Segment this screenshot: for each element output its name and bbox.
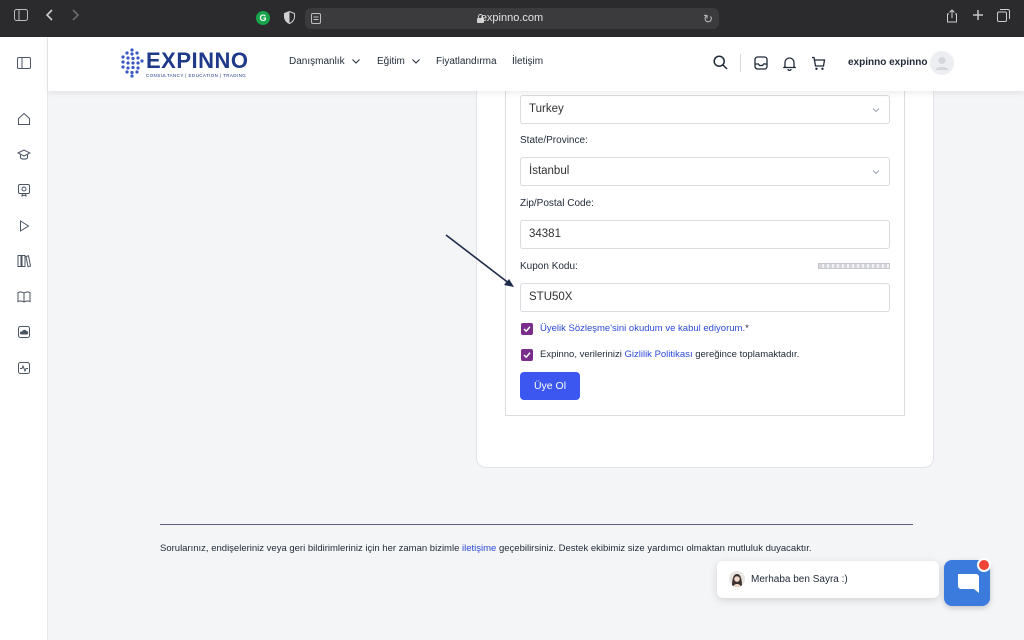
notification-bell-icon[interactable]: [782, 56, 797, 74]
certificate-icon[interactable]: [17, 183, 31, 197]
chat-agent-avatar: [729, 571, 745, 587]
left-sidebar: [0, 37, 48, 640]
collapse-sidebar-icon[interactable]: [17, 57, 31, 71]
graduation-cap-icon[interactable]: [16, 148, 32, 162]
cloud-storage-icon[interactable]: [17, 325, 31, 339]
privacy-prefix: Expinno, verilerinizi: [540, 349, 625, 360]
share-icon[interactable]: [946, 9, 958, 23]
expinno-logo[interactable]: EXPINNO CONSULTANCY | EDUCATION | TRADIN…: [120, 48, 248, 81]
library-icon[interactable]: [17, 254, 32, 268]
chat-notification-badge: [977, 558, 991, 572]
browser-toolbar: G expinno.com ↻: [0, 0, 1024, 37]
terms-text: Üyelik Sözleşme'sini okudum ve kabul edi…: [540, 323, 749, 334]
terms-link[interactable]: Üyelik Sözleşme'sini okudum ve kabul edi…: [540, 323, 745, 334]
url-text: expinno.com: [480, 12, 544, 24]
forward-icon[interactable]: [71, 9, 79, 21]
coupon-input[interactable]: STU50X: [520, 283, 890, 312]
zip-input[interactable]: 34381: [520, 220, 890, 249]
annotation-arrow-icon: [445, 234, 514, 287]
register-button[interactable]: Üye Ol: [520, 372, 580, 400]
nav-item-egitim[interactable]: Eğitim: [377, 56, 420, 67]
nav-item-fiyatlandirma[interactable]: Fiyatlandırma: [436, 56, 497, 67]
nav-label: Danışmanlık: [289, 56, 345, 67]
privacy-checkbox[interactable]: [521, 349, 533, 361]
inbox-icon[interactable]: [754, 56, 768, 73]
chevron-down-icon: [872, 167, 880, 179]
chat-greeting-text: Merhaba ben Sayra :): [751, 574, 848, 585]
state-value: İstanbul: [529, 165, 570, 177]
privacy-text: Expinno, verilerinizi Gizlilik Politikas…: [540, 349, 799, 360]
footer-text-after: geçebilirsiniz. Destek ekibimiz size yar…: [496, 543, 812, 554]
coupon-value: STU50X: [529, 291, 573, 303]
required-marker: *: [745, 323, 749, 334]
country-value: Turkey: [529, 103, 564, 115]
chat-greeting-bubble[interactable]: Merhaba ben Sayra :): [717, 561, 939, 598]
nav-label: Fiyatlandırma: [436, 56, 497, 67]
shopping-cart-icon[interactable]: [811, 56, 826, 74]
zip-label: Zip/Postal Code:: [520, 198, 594, 209]
nav-label: İletişim: [512, 56, 544, 67]
activity-icon[interactable]: [17, 361, 31, 375]
play-icon[interactable]: [17, 219, 31, 233]
privacy-policy-link[interactable]: Gizlilik Politikası: [624, 349, 692, 360]
search-icon[interactable]: [713, 55, 728, 73]
chevron-down-icon: [872, 105, 880, 117]
grammarly-extension-icon[interactable]: G: [256, 11, 270, 25]
reload-icon[interactable]: ↻: [703, 12, 713, 26]
logo-wordmark: EXPINNO: [146, 48, 249, 73]
chevron-down-icon: [351, 56, 360, 66]
user-avatar[interactable]: [930, 51, 954, 75]
zip-value: 34381: [529, 228, 561, 240]
nav-item-danismanlik[interactable]: Danışmanlık: [289, 56, 360, 67]
footer-text-before: Sorularınız, endişeleriniz veya geri bil…: [160, 543, 463, 554]
autofill-key-icon[interactable]: [818, 263, 890, 269]
contact-link[interactable]: iletişime: [462, 543, 496, 554]
chevron-down-icon: [411, 56, 420, 66]
footer-divider: [160, 524, 913, 525]
user-name[interactable]: expinno expinno: [848, 57, 927, 68]
address-bar[interactable]: expinno.com ↻: [305, 8, 719, 29]
site-header: EXPINNO CONSULTANCY | EDUCATION | TRADIN…: [48, 37, 1024, 91]
state-select[interactable]: İstanbul: [520, 157, 890, 186]
country-select[interactable]: Turkey: [520, 95, 890, 124]
logo-tagline: CONSULTANCY | EDUCATION | TRADING: [146, 73, 247, 78]
state-label: State/Province:: [520, 135, 588, 146]
footer-support-text: Sorularınız, endişeleriniz veya geri bil…: [160, 543, 812, 554]
logo-dots-icon: [121, 48, 144, 78]
tab-overview-icon[interactable]: [997, 9, 1010, 22]
privacy-suffix: gereğince toplamaktadır.: [692, 349, 800, 360]
header-divider: [740, 54, 741, 72]
terms-checkbox[interactable]: [521, 323, 533, 335]
back-icon[interactable]: [46, 9, 54, 21]
new-tab-icon[interactable]: [972, 9, 984, 21]
nav-item-iletisim[interactable]: İletişim: [512, 56, 543, 67]
coupon-label: Kupon Kodu:: [520, 261, 578, 272]
sidebar-toggle-icon[interactable]: [14, 9, 28, 21]
privacy-shield-icon[interactable]: [284, 11, 295, 24]
home-icon[interactable]: [17, 112, 31, 126]
nav-label: Eğitim: [377, 56, 405, 67]
open-book-icon[interactable]: [17, 290, 31, 304]
